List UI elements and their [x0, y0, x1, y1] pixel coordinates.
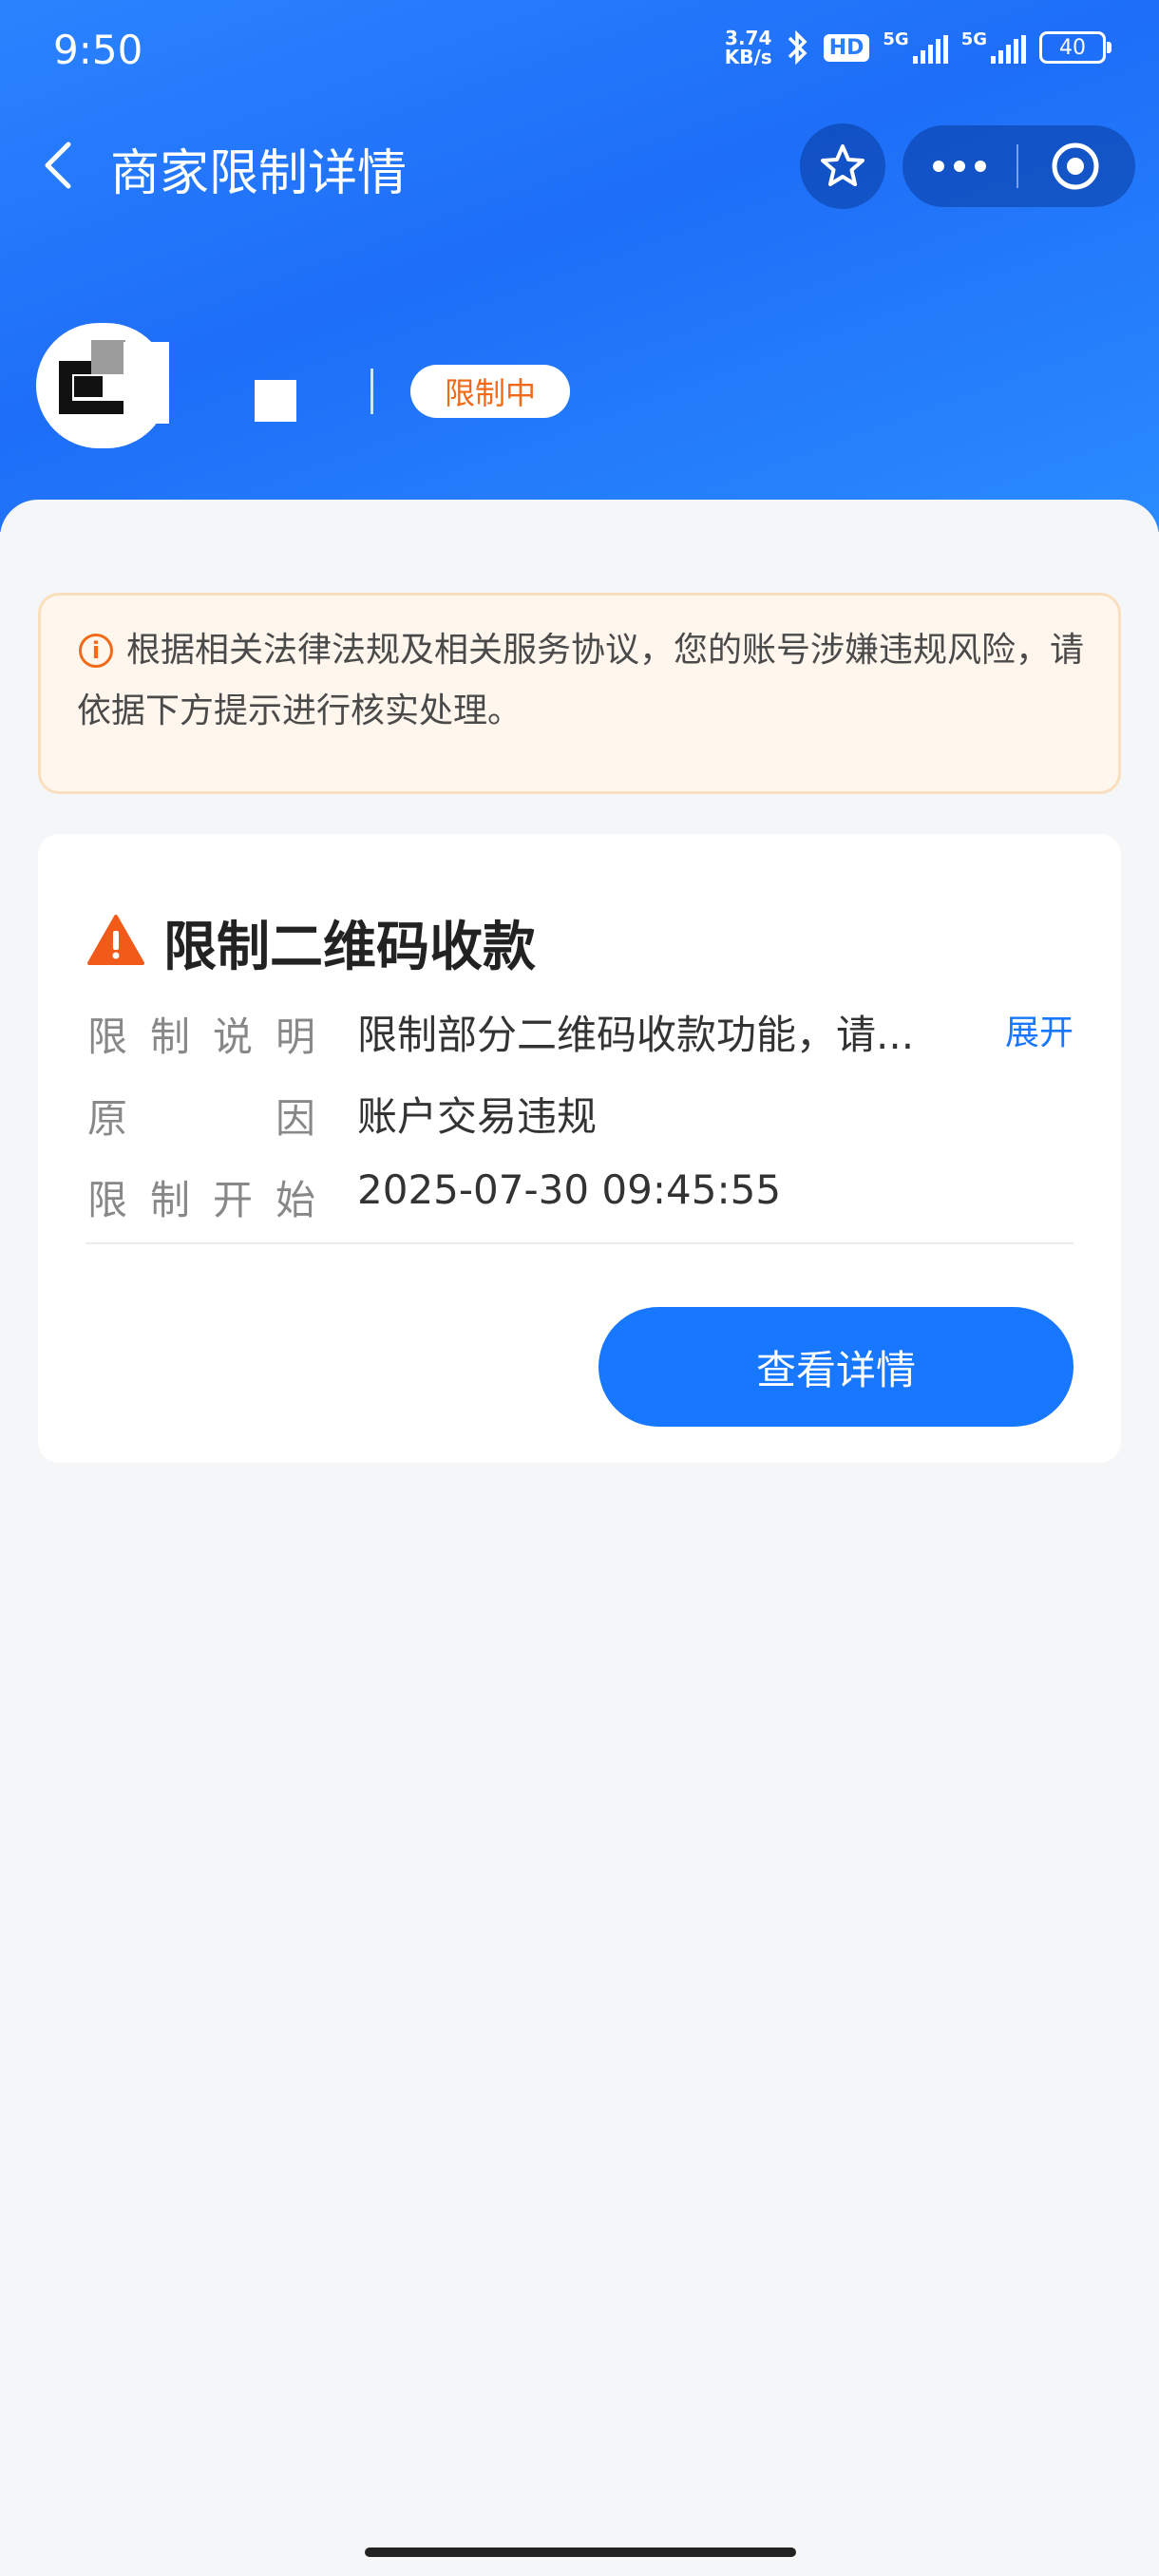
close-mini-program-button[interactable] [1018, 125, 1132, 207]
battery-icon: 40 [1039, 31, 1112, 64]
start-time-value: 2025-07-30 09:45:55 [357, 1166, 782, 1213]
signal-icon-1: 5G [883, 31, 948, 64]
card-divider [86, 1242, 1074, 1244]
notice-text: 根据相关法律法规及相关服务协议，您的账号涉嫌违规风险，请依据下方提示进行核实处理… [77, 631, 1085, 730]
target-circle-icon [1052, 142, 1099, 190]
view-details-button[interactable]: 查看详情 [598, 1307, 1074, 1427]
net-speed: 3.74 KB/s [724, 27, 772, 68]
risk-notice: i 根据相关法律法规及相关服务协议，您的账号涉嫌违规风险，请依据下方提示进行核实… [38, 593, 1121, 794]
label-start-time: 限 制 开 始 [87, 1177, 315, 1223]
restriction-title: 限制二维码收款 [163, 917, 536, 978]
back-button[interactable] [32, 137, 89, 194]
signal-icon-2: 5G [961, 31, 1026, 64]
favorite-button[interactable] [800, 123, 885, 209]
label-reason: 原 因 [87, 1095, 315, 1142]
content-sheet [0, 500, 1159, 2576]
reason-value: 账户交易违规 [357, 1093, 598, 1140]
expand-link[interactable]: 展开 [1005, 1005, 1074, 1054]
status-badge: 限制中 [410, 365, 570, 418]
more-dots-icon [933, 161, 944, 172]
bluetooth-icon [788, 29, 808, 66]
page-title: 商家限制详情 [110, 145, 408, 202]
mini-program-capsule [902, 125, 1135, 207]
status-icons: 3.74 KB/s HD 5G 5G 40 [724, 27, 1112, 68]
hd-icon: HD [823, 33, 870, 62]
status-time: 9:50 [53, 27, 143, 73]
restriction-desc-value: 限制部分二维码收款功能，请... [357, 1012, 915, 1058]
more-button[interactable] [902, 125, 1016, 207]
star-icon [821, 144, 864, 186]
status-bar: 9:50 3.74 KB/s HD 5G 5G 40 [0, 0, 1159, 104]
info-icon: i [79, 634, 113, 668]
home-indicator[interactable] [365, 2548, 796, 2557]
restriction-card: 限制二维码收款 限 制 说 明 限制部分二维码收款功能，请... 展开 原 因 … [38, 834, 1121, 1463]
label-restriction-desc: 限 制 说 明 [87, 1013, 315, 1060]
merchant-name-redaction [124, 342, 169, 424]
header-divider [370, 369, 373, 414]
chevron-left-icon [45, 142, 71, 189]
warning-icon [87, 915, 144, 965]
nav-bar: 商家限制详情 [0, 123, 1159, 209]
merchant-name-redaction [255, 380, 296, 422]
